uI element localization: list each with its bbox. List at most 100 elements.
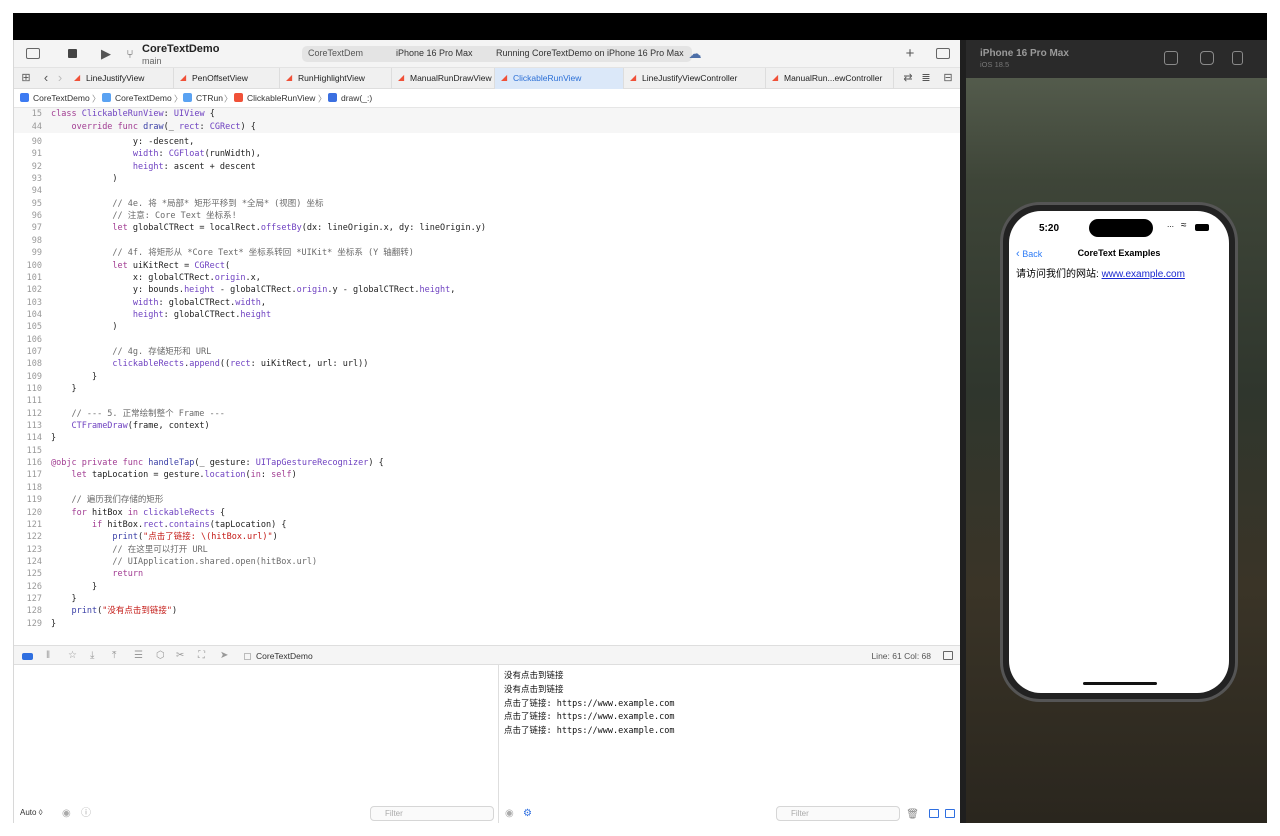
variables-pane[interactable]: Auto ◊ ◉ ⓘ Filter [14,665,499,823]
breakpoint-icon[interactable]: ☆ [68,650,77,661]
code-line[interactable]: 127 } [14,593,77,606]
code-line[interactable]: 125 return [14,568,144,581]
code-line[interactable]: 106 [14,334,51,347]
code-line[interactable]: 94 [14,185,51,198]
code-line[interactable]: 100 let uiKitRect = CGRect( [14,260,231,273]
line-number: 100 [26,260,42,271]
pause-icon[interactable]: ‖ [46,650,50,661]
location-icon[interactable]: ➤ [220,650,228,661]
jump-file[interactable]: ClickableRunView [234,93,315,103]
jump-group[interactable]: CTRun [183,93,223,103]
code-line[interactable]: 124 // UIApplication.shared.open(hitBox.… [14,556,317,569]
code-line[interactable]: 90 y: -descent, [14,136,195,149]
rotate-icon[interactable] [1232,51,1243,65]
code-line[interactable]: 98 [14,235,51,248]
stop-icon[interactable] [68,49,77,58]
code-line[interactable]: 112 // --- 5. 正常绘制整个 Frame --- [14,408,225,421]
jump-project[interactable]: CoreTextDemo [20,93,90,103]
step-over-icon[interactable]: ⤓ [90,650,94,661]
code-line[interactable]: 96 // 注意: Core Text 坐标系! [14,210,237,223]
simulate-location-icon[interactable]: ⛶ [198,650,205,661]
tab-2[interactable]: ◢ RunHighlightView [280,68,392,89]
code-line[interactable]: 115 [14,445,51,458]
grid-icon[interactable]: ⊞ [18,70,34,86]
scheme-selector[interactable]: CoreTextDem iPhone 16 Pro Max Running Co… [302,46,692,62]
code-line[interactable]: 111 [14,395,51,408]
view-hierarchy-icon[interactable]: ☰ [134,650,143,661]
code-line[interactable]: 114} [14,432,56,445]
tab-3[interactable]: ◢ ManualRunDrawView [392,68,495,89]
content-link[interactable]: www.example.com [1102,269,1185,280]
auto-selector[interactable]: Auto ◊ [20,808,43,817]
filter-toggle-icon[interactable]: ⚙ [523,808,532,819]
console-pane[interactable]: 没有点击到链接 没有点击到链接 点击了链接: https://www.example… [499,665,961,823]
device-selector[interactable]: iPhone 16 Pro Max [396,48,473,58]
tab-0[interactable]: ◢ LineJustifyView [68,68,174,89]
step-into-icon[interactable]: ⤒ [112,650,116,661]
editor-options-icon[interactable]: ≣ [918,70,934,86]
code-line[interactable]: 119 // 遍历我们存储的矩形 [14,494,164,507]
code-line[interactable]: 109 } [14,371,97,384]
code-line[interactable]: 113 CTFrameDraw(frame, context) [14,420,210,433]
jump-folder[interactable]: CoreTextDemo [102,93,172,103]
code-line[interactable]: 97 let globalCTRect = localRect.offsetBy… [14,222,486,235]
line-number: 123 [26,544,42,555]
tab-5[interactable]: ◢ LineJustifyViewController [624,68,766,89]
code-line[interactable]: 91 width: CGFloat(runWidth), [14,148,261,161]
environment-icon[interactable]: ✂ [176,650,184,661]
code-line[interactable]: 108 clickableRects.append((rect: uiKitRe… [14,358,369,371]
code-line[interactable]: 123 // 在这里可以打开 URL [14,544,208,557]
status-signal-icon: ⋯ [1167,224,1174,231]
code-line[interactable]: 120 for hitBox in clickableRects { [14,507,225,520]
screenshot-icon[interactable] [1200,51,1214,65]
memory-graph-icon[interactable]: ⬡ [156,650,165,661]
eye-icon[interactable]: ◉ [505,808,514,819]
swap-icon[interactable]: ⇄ [900,70,916,86]
code-line[interactable]: 116 @objc private func handleTap(_ gestur… [14,457,384,470]
code-line[interactable]: 103 width: globalCTRect.width, [14,297,266,310]
code-line[interactable]: 101 x: globalCTRect.origin.x, [14,272,261,285]
code-line[interactable]: 117 let tapLocation = gesture.location(i… [14,469,297,482]
console-filter[interactable]: Filter [776,806,900,821]
layout-icon[interactable] [943,651,953,660]
code-line[interactable]: 129} [14,618,56,631]
eye-icon[interactable]: ◉ [62,808,71,819]
code-line[interactable]: 107 // 4g. 存储矩形和 URL [14,346,212,359]
variables-filter[interactable]: Filter [370,806,494,821]
code-line[interactable]: 128 print("没有点击到链接") [14,605,177,618]
split-right-icon[interactable] [945,809,955,818]
iphone-screen[interactable]: 5:20 ⋯ ≈ ‹ Back CoreText Examples 请访问我们的… [1009,211,1229,693]
add-icon[interactable]: + [902,46,918,62]
code-line[interactable]: 104 height: globalCTRect.height [14,309,271,322]
home-indicator[interactable] [1083,682,1157,685]
console-toggle-icon[interactable] [22,653,33,660]
code-line[interactable]: 105 ) [14,321,118,334]
trash-icon[interactable]: 🗑 [906,809,919,820]
sticky-header-line[interactable]: 44 override func draw(_ rect: CGRect) { [14,121,256,134]
code-line[interactable]: 126 } [14,581,97,594]
code-line[interactable]: 110 } [14,383,77,396]
split-icon[interactable]: ⊟ [940,70,956,86]
code-line[interactable]: 95 // 4e. 将 *局部* 矩形平移到 *全局* (视图) 坐标 [14,198,324,211]
code-editor[interactable]: 15 class ClickableRunView: UIView {44 ove… [14,108,961,645]
code-line[interactable]: 118 [14,482,51,495]
inspector-toggle-icon[interactable] [936,48,950,59]
code-line[interactable]: 93 ) [14,173,118,186]
jump-method[interactable]: draw(_:) [328,93,372,103]
tab-4[interactable]: ◢ ClickableRunView [495,68,624,89]
tab-1[interactable]: ◢ PenOffsetView [174,68,280,89]
code-line[interactable]: 92 height: ascent + descent [14,161,256,174]
split-left-icon[interactable] [929,809,939,818]
code-line[interactable]: 121 if hitBox.rect.contains(tapLocation)… [14,519,287,532]
forward-nav-icon[interactable]: › [52,70,68,86]
sidebar-toggle-icon[interactable] [26,48,40,59]
code-line[interactable]: 122 print("点击了链接: \(hitBox.url)") [14,531,278,544]
home-icon[interactable] [1164,51,1178,65]
scheme-target[interactable]: CoreTextDem [308,48,363,58]
code-line[interactable]: 99 // 4f. 将矩形从 *Core Text* 坐标系转回 *UIKit*… [14,247,414,260]
tab-6[interactable]: ◢ ManualRun...ewController [766,68,894,89]
run-icon[interactable]: ▶ [98,46,114,62]
sticky-header-line[interactable]: 15 class ClickableRunView: UIView { [14,108,215,121]
code-line[interactable]: 102 y: bounds.height - globalCTRect.orig… [14,284,456,297]
info-icon[interactable]: ⓘ [81,804,91,819]
